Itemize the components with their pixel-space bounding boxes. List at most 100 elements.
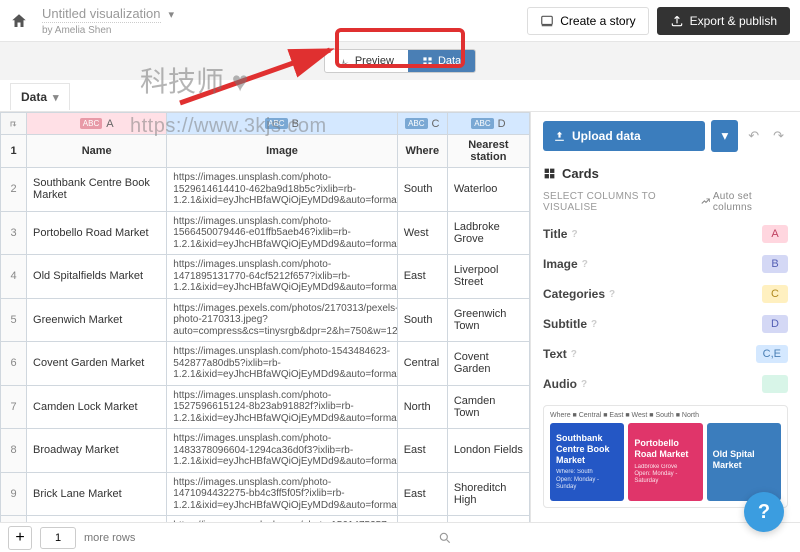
cell-name[interactable]: Portobello Road Market — [27, 211, 167, 255]
home-icon[interactable] — [10, 12, 28, 30]
help-icon[interactable]: ? — [571, 349, 577, 360]
col-header-D[interactable]: ABCD — [447, 113, 529, 135]
chevron-down-icon[interactable]: ▾ — [53, 91, 59, 104]
undo-icon[interactable]: ↶ — [744, 126, 763, 146]
cell-name[interactable]: Covent Garden Market — [27, 342, 167, 386]
tab-preview[interactable]: Preview — [325, 50, 408, 72]
cell-where[interactable]: Central — [397, 342, 447, 386]
row-num-1[interactable]: 1 — [1, 135, 27, 168]
table-row[interactable]: 8 Broadway Market https://images.unsplas… — [1, 429, 530, 473]
sheet-tab-data[interactable]: Data ▾ — [10, 83, 70, 110]
redo-icon[interactable]: ↷ — [769, 126, 788, 146]
cell-image-url[interactable]: https://images.unsplash.com/photo-154348… — [167, 342, 397, 386]
template-preview: Where ■ Central ■ East ■ West ■ South ■ … — [543, 405, 788, 508]
cell-image-url[interactable]: https://images.unsplash.com/photo-148337… — [167, 429, 397, 473]
chevron-down-icon[interactable]: ▾ — [169, 8, 175, 21]
table-row[interactable]: 2 Southbank Centre Book Market https://i… — [1, 168, 530, 212]
column-chip[interactable]: C,E — [756, 345, 788, 363]
binding-label: Categories ? — [543, 287, 615, 301]
cell-image-url[interactable]: https://images.unsplash.com/photo-147189… — [167, 255, 397, 299]
help-icon[interactable]: ? — [582, 259, 588, 270]
cell-station[interactable]: Shoreditch High — [447, 472, 529, 516]
field-station[interactable]: Nearest station — [447, 135, 529, 168]
column-chip[interactable]: D — [762, 315, 788, 333]
cell-image-url[interactable]: https://images.pexels.com/photos/2170313… — [167, 298, 397, 342]
cell-name[interactable]: Broadway Market — [27, 429, 167, 473]
preview-card: Southbank Centre Book MarketWhere: South… — [550, 423, 624, 501]
binding-row-text[interactable]: Text ? C,E — [543, 345, 788, 363]
table-row[interactable]: 4 Old Spitalfields Market https://images… — [1, 255, 530, 299]
cell-image-url[interactable]: https://images.unsplash.com/photo-156645… — [167, 211, 397, 255]
cell-station[interactable]: Greenwich Town — [447, 298, 529, 342]
search-icon[interactable] — [438, 531, 452, 545]
help-icon[interactable]: ? — [571, 229, 577, 240]
cell-where[interactable]: West — [397, 211, 447, 255]
cell-station[interactable]: Ladbroke Grove — [447, 211, 529, 255]
field-image[interactable]: Image — [167, 135, 397, 168]
row-number[interactable]: 7 — [1, 385, 27, 429]
upload-options-button[interactable]: ▾ — [711, 120, 738, 152]
cell-station[interactable]: London Fields — [447, 429, 529, 473]
cell-where[interactable]: East — [397, 429, 447, 473]
tab-data[interactable]: Data — [408, 50, 475, 72]
cell-name[interactable]: Old Spitalfields Market — [27, 255, 167, 299]
binding-row-image[interactable]: Image ? B — [543, 255, 788, 273]
binding-row-subtitle[interactable]: Subtitle ? D — [543, 315, 788, 333]
visualization-title[interactable]: Untitled visualization — [42, 6, 161, 23]
table-row[interactable]: 9 Brick Lane Market https://images.unspl… — [1, 472, 530, 516]
col-header-C[interactable]: ABCC — [397, 113, 447, 135]
binding-row-categories[interactable]: Categories ? C — [543, 285, 788, 303]
create-story-button[interactable]: Create a story — [527, 7, 648, 35]
row-number[interactable]: 8 — [1, 429, 27, 473]
upload-data-button[interactable]: Upload data — [543, 121, 705, 151]
cell-station[interactable]: Covent Garden — [447, 342, 529, 386]
help-button[interactable]: ? — [744, 492, 784, 532]
cell-name[interactable]: Brick Lane Market — [27, 472, 167, 516]
cell-station[interactable]: Liverpool Street — [447, 255, 529, 299]
column-chip[interactable]: A — [762, 225, 788, 243]
byline: by Amelia Shen — [42, 25, 174, 36]
cell-image-url[interactable]: https://images.unsplash.com/photo-147109… — [167, 472, 397, 516]
cell-station[interactable]: Camden Town — [447, 385, 529, 429]
row-number[interactable]: 4 — [1, 255, 27, 299]
export-publish-button[interactable]: Export & publish — [657, 7, 790, 35]
binding-row-title[interactable]: Title ? A — [543, 225, 788, 243]
binding-row-audio[interactable]: Audio ? — [543, 375, 788, 393]
column-chip[interactable]: B — [762, 255, 788, 273]
help-icon[interactable]: ? — [609, 289, 615, 300]
col-header-A[interactable]: ABCA — [27, 113, 167, 135]
data-table[interactable]: ABCA ABCB ABCC ABCD 1 Name Image Where N… — [0, 112, 530, 552]
cell-where[interactable]: South — [397, 298, 447, 342]
cell-name[interactable]: Southbank Centre Book Market — [27, 168, 167, 212]
field-name[interactable]: Name — [27, 135, 167, 168]
add-rows-button[interactable]: + — [8, 526, 32, 550]
cell-image-url[interactable]: https://images.unsplash.com/photo-152961… — [167, 168, 397, 212]
row-number[interactable]: 5 — [1, 298, 27, 342]
cell-where[interactable]: East — [397, 472, 447, 516]
row-number[interactable]: 9 — [1, 472, 27, 516]
cell-name[interactable]: Camden Lock Market — [27, 385, 167, 429]
cell-station[interactable]: Waterloo — [447, 168, 529, 212]
col-header-B[interactable]: ABCB — [167, 113, 397, 135]
cell-where[interactable]: East — [397, 255, 447, 299]
cell-where[interactable]: South — [397, 168, 447, 212]
table-row[interactable]: 7 Camden Lock Market https://images.unsp… — [1, 385, 530, 429]
column-chip[interactable] — [762, 375, 788, 393]
preview-card: Old Spital Market — [707, 423, 781, 501]
table-row[interactable]: 5 Greenwich Market https://images.pexels… — [1, 298, 530, 342]
cell-where[interactable]: North — [397, 385, 447, 429]
cell-image-url[interactable]: https://images.unsplash.com/photo-152759… — [167, 385, 397, 429]
field-where[interactable]: Where — [397, 135, 447, 168]
row-number[interactable]: 6 — [1, 342, 27, 386]
help-icon[interactable]: ? — [591, 319, 597, 330]
corner-cell[interactable] — [1, 113, 27, 135]
table-row[interactable]: 3 Portobello Road Market https://images.… — [1, 211, 530, 255]
help-icon[interactable]: ? — [581, 379, 587, 390]
column-chip[interactable]: C — [762, 285, 788, 303]
table-row[interactable]: 6 Covent Garden Market https://images.un… — [1, 342, 530, 386]
rows-count-input[interactable] — [40, 527, 76, 549]
auto-set-columns-button[interactable]: Auto set columns — [701, 191, 788, 213]
cell-name[interactable]: Greenwich Market — [27, 298, 167, 342]
row-number[interactable]: 2 — [1, 168, 27, 212]
row-number[interactable]: 3 — [1, 211, 27, 255]
